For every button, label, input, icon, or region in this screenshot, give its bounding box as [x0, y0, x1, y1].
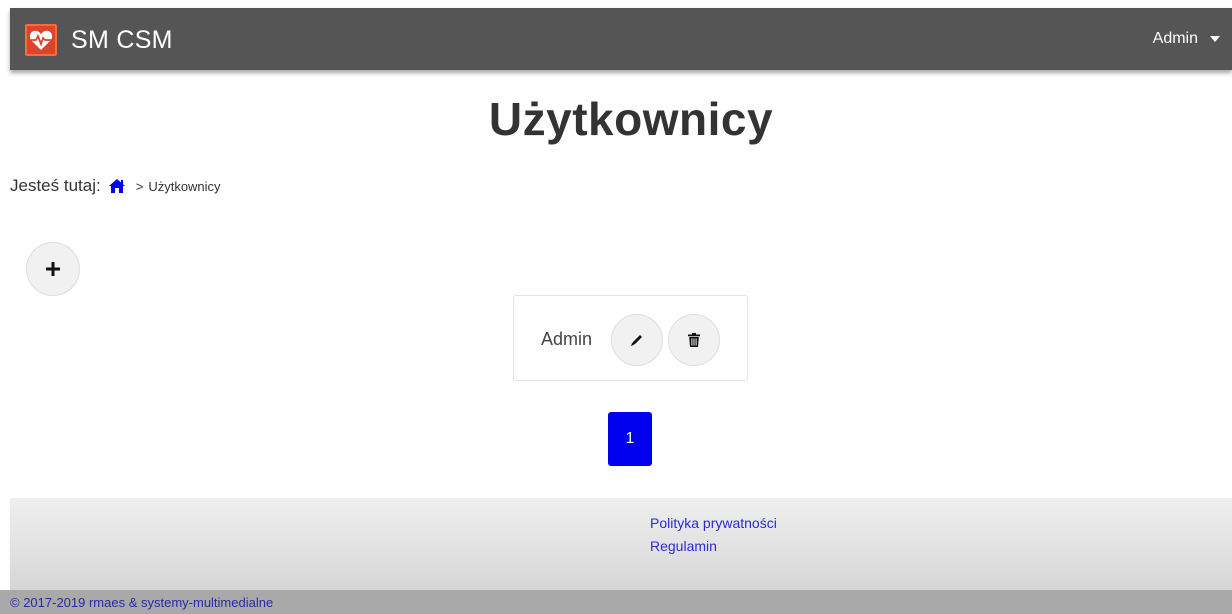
page: SM CSM Admin Użytkownicy Jesteś tutaj: >…	[0, 0, 1232, 614]
edit-user-button[interactable]	[611, 314, 663, 366]
trash-icon	[688, 333, 700, 347]
breadcrumb: Jesteś tutaj: > Użytkownicy	[10, 176, 221, 196]
breadcrumb-separator: >	[135, 178, 144, 194]
home-icon[interactable]	[108, 178, 126, 194]
user-menu-dropdown[interactable]: Admin	[1153, 30, 1220, 48]
delete-user-button[interactable]	[668, 314, 720, 366]
brand-name: SM CSM	[71, 25, 173, 54]
pagination-page-1[interactable]: 1	[608, 412, 652, 466]
user-menu-label: Admin	[1152, 30, 1198, 47]
navbar: SM CSM Admin	[10, 8, 1232, 70]
copyright-text: © 2017-2019 rmaes & systemy-multimedialn…	[10, 595, 274, 610]
brand-link[interactable]: SM CSM	[25, 23, 173, 57]
copyright-bar: © 2017-2019 rmaes & systemy-multimedialn…	[0, 590, 1232, 614]
caret-down-icon	[1210, 36, 1220, 42]
breadcrumb-current: Użytkownicy	[148, 178, 221, 194]
page-title: Użytkownicy	[488, 93, 774, 145]
top-strip	[0, 0, 1232, 8]
plus-icon	[46, 262, 60, 276]
pencil-icon	[631, 335, 642, 346]
footer-links: Polityka prywatności Regulamin	[650, 512, 777, 558]
privacy-policy-link[interactable]: Polityka prywatności	[650, 512, 777, 535]
user-card: Admin	[513, 295, 748, 381]
terms-link[interactable]: Regulamin	[650, 535, 777, 558]
breadcrumb-prefix: Jesteś tutaj:	[10, 176, 101, 195]
add-user-button[interactable]	[26, 242, 80, 296]
user-name: Admin	[541, 329, 593, 349]
heart-pulse-icon	[25, 24, 57, 56]
footer: Polityka prywatności Regulamin	[10, 498, 1232, 590]
